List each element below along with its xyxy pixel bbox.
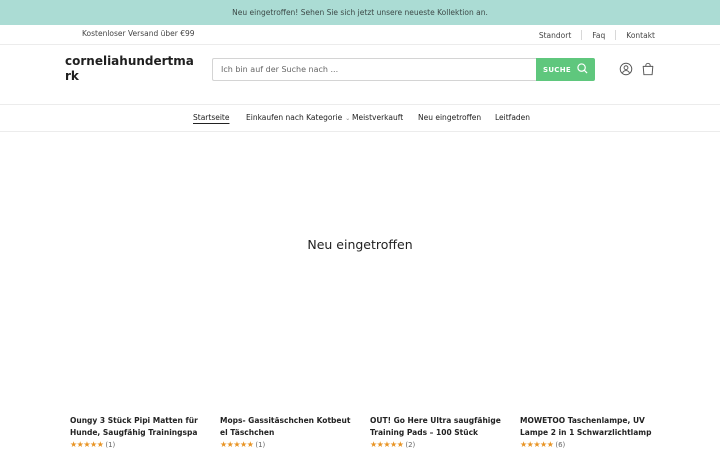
product-name[interactable]: Oungy 3 Stück Pipi Matten für Hunde, Sau…: [70, 415, 202, 439]
star-rating-icon: ★★★★★: [370, 440, 404, 449]
search-icon: [577, 63, 588, 76]
product-name[interactable]: Mops- Gassitäschchen Kotbeutel Täschchen: [220, 415, 352, 439]
product-card[interactable]: Mops- Gassitäschchen Kotbeutel Täschchen…: [220, 415, 352, 449]
nav-item-neu-eingetroffen[interactable]: Neu eingetroffen: [418, 113, 481, 122]
nav-item-meistverkauft[interactable]: Meistverkauft: [352, 113, 403, 122]
product-card[interactable]: MOWETOO Taschenlampe, UV Lampe 2 in 1 Sc…: [520, 415, 652, 449]
site-logo[interactable]: corneliahundertmark: [65, 54, 195, 84]
link-faq[interactable]: Faq: [592, 31, 605, 40]
link-standort[interactable]: Standort: [539, 31, 571, 40]
product-card[interactable]: OUT! Go Here Ultra saugfähige Training P…: [370, 415, 502, 449]
utility-bar: Kostenloser Versand über €99 Standort Fa…: [0, 25, 720, 45]
review-count: (1): [255, 440, 266, 449]
search-button-label: SUCHE: [542, 65, 571, 74]
search-button[interactable]: SUCHE: [536, 58, 595, 81]
product-rating: ★★★★★ (1): [70, 440, 202, 449]
account-icon[interactable]: [619, 62, 633, 76]
section-title: Neu eingetroffen: [307, 237, 413, 252]
cart-icon[interactable]: [641, 62, 655, 76]
search-input[interactable]: [212, 58, 536, 81]
divider: [581, 30, 583, 40]
star-rating-icon: ★★★★★: [70, 440, 104, 449]
link-kontakt[interactable]: Kontakt: [626, 31, 655, 40]
announcement-bar[interactable]: Neu eingetroffen! Sehen Sie sich jetzt u…: [0, 0, 720, 25]
product-card[interactable]: Oungy 3 Stück Pipi Matten für Hunde, Sau…: [70, 415, 202, 449]
divider: [615, 30, 617, 40]
nav-item-startseite[interactable]: Startseite: [193, 113, 229, 122]
utility-links: Standort Faq Kontakt: [539, 30, 655, 40]
review-count: (1): [105, 440, 116, 449]
site-header: corneliahundertmark SUCHE: [0, 45, 720, 105]
review-count: (6): [555, 440, 566, 449]
product-rating: ★★★★★ (6): [520, 440, 652, 449]
nav-item-kategorie[interactable]: Einkaufen nach Kategorie ⌄: [246, 113, 350, 122]
review-count: (2): [405, 440, 416, 449]
product-rating: ★★★★★ (1): [220, 440, 352, 449]
shipping-notice: Kostenloser Versand über €99: [82, 29, 195, 38]
product-name[interactable]: OUT! Go Here Ultra saugfähige Training P…: [370, 415, 502, 439]
main-nav: Startseite Einkaufen nach Kategorie ⌄ Mei…: [0, 106, 720, 132]
nav-item-leitfaden[interactable]: Leitfaden: [495, 113, 530, 122]
announcement-text[interactable]: Neu eingetroffen! Sehen Sie sich jetzt u…: [232, 8, 488, 17]
nav-item-label: Einkaufen nach Kategorie: [246, 113, 343, 122]
product-rating: ★★★★★ (2): [370, 440, 502, 449]
star-rating-icon: ★★★★★: [220, 440, 254, 449]
chevron-down-icon: ⌄: [345, 115, 351, 122]
search-form: SUCHE: [212, 58, 595, 81]
product-name[interactable]: MOWETOO Taschenlampe, UV Lampe 2 in 1 Sc…: [520, 415, 652, 439]
star-rating-icon: ★★★★★: [520, 440, 554, 449]
